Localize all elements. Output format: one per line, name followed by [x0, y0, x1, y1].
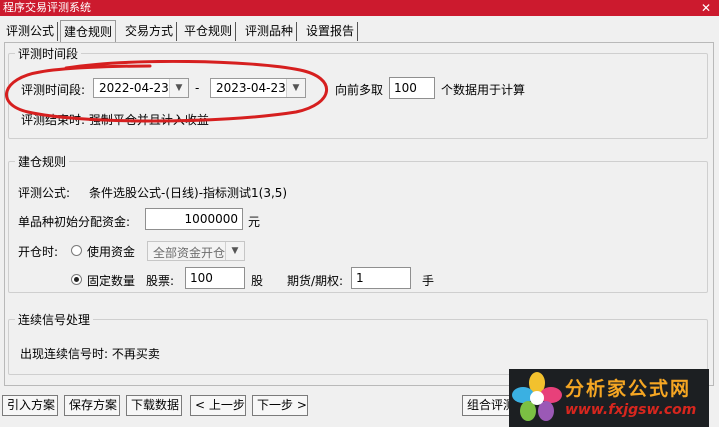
period-label: 评测时间段:	[21, 83, 86, 97]
lookback-prefix: 向前多取	[335, 83, 384, 97]
watermark-url: www.fxjgsw.com	[565, 402, 697, 418]
tab-build-rules[interactable]: 建仓规则	[60, 20, 117, 43]
signal-text: 出现连续信号时: 不再买卖	[20, 347, 160, 361]
fixed-qty-radio[interactable]	[71, 274, 82, 285]
futures-label: 期货/期权:	[287, 274, 344, 288]
tab-report-settings[interactable]: 设置报告	[303, 22, 359, 41]
use-capital-label[interactable]: 使用资金	[87, 243, 135, 260]
fixed-qty-label[interactable]: 固定数量	[87, 272, 135, 289]
window-title: 程序交易评测系统	[3, 1, 91, 14]
stock-qty-input[interactable]: 100	[185, 267, 245, 289]
futures-unit: 手	[422, 274, 435, 288]
capital-mode-select[interactable]: 全部资金开仓 ▼	[147, 241, 245, 261]
tab-test-symbols[interactable]: 评测品种	[242, 22, 298, 41]
tab-close-rules[interactable]: 平仓规则	[181, 22, 237, 41]
futures-qty-input[interactable]: 1	[351, 267, 411, 289]
save-plan-button[interactable]: 保存方案	[64, 395, 120, 416]
stock-label: 股票:	[146, 274, 175, 288]
use-capital-radio[interactable]	[71, 245, 82, 256]
capital-input[interactable]: 1000000	[145, 208, 243, 230]
main-panel: 评测时间段 评测时间段: 2022-04-23 ▼ - 2023-04-23 ▼…	[4, 42, 714, 386]
lookback-suffix: 个数据用于计算	[441, 83, 526, 97]
open-label: 开仓时:	[18, 245, 59, 259]
tab-trade-method[interactable]: 交易方式	[122, 22, 178, 41]
start-date-value: 2022-04-23	[99, 81, 169, 95]
formula-label: 评测公式:	[18, 186, 71, 200]
chevron-down-icon[interactable]: ▼	[225, 242, 244, 260]
end-note: 评测结束时: 强制平仓并且计入收益	[21, 113, 209, 127]
title-bar: 程序交易评测系统 ✕	[0, 0, 719, 16]
watermark-text: 分析家公式网	[565, 378, 692, 400]
end-date-picker[interactable]: 2023-04-23 ▼	[210, 78, 306, 98]
signal-group-label: 连续信号处理	[18, 313, 91, 327]
import-plan-button[interactable]: 引入方案	[2, 395, 58, 416]
chevron-down-icon[interactable]: ▼	[286, 79, 305, 97]
chevron-down-icon[interactable]: ▼	[169, 79, 188, 97]
period-group-label: 评测时间段	[18, 47, 79, 61]
next-step-button[interactable]: 下一步 >	[252, 395, 308, 416]
end-date-value: 2023-04-23	[216, 81, 286, 95]
start-date-picker[interactable]: 2022-04-23 ▼	[93, 78, 189, 98]
flower-icon	[512, 372, 562, 421]
prev-step-button[interactable]: < 上一步	[190, 395, 246, 416]
formula-value: 条件选股公式-(日线)-指标测试1(3,5)	[89, 186, 288, 200]
watermark-logo: 分析家公式网 www.fxjgsw.com	[509, 369, 709, 427]
stock-unit: 股	[251, 274, 264, 288]
signal-group: 连续信号处理	[8, 311, 708, 375]
download-data-button[interactable]: 下载数据	[126, 395, 182, 416]
date-dash: -	[195, 81, 200, 95]
close-icon[interactable]: ✕	[701, 0, 711, 16]
build-rules-group-label: 建仓规则	[18, 155, 67, 169]
capital-mode-value: 全部资金开仓	[153, 246, 226, 260]
tab-formula[interactable]: 评测公式	[3, 22, 59, 41]
capital-unit: 元	[248, 215, 261, 229]
lookback-input[interactable]: 100	[389, 77, 435, 99]
capital-label: 单品种初始分配资金:	[18, 215, 131, 229]
